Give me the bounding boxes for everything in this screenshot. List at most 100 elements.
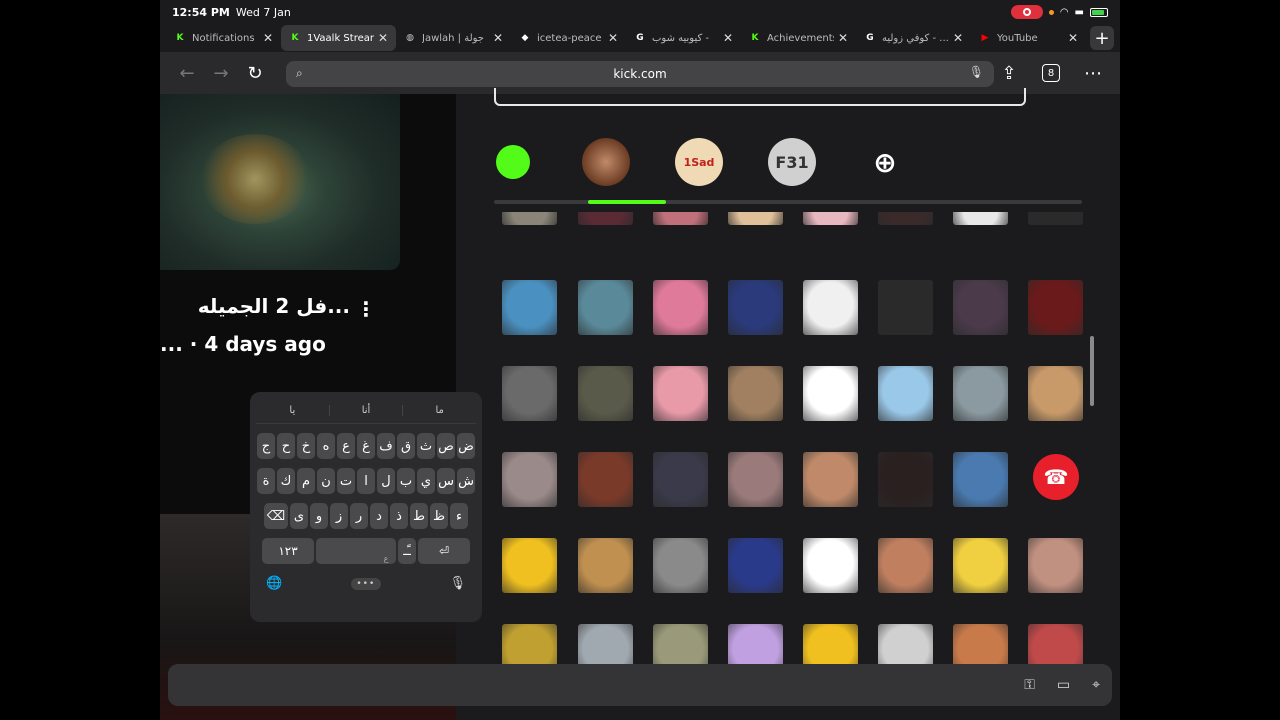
emote[interactable] <box>953 366 1008 421</box>
key[interactable]: ر <box>350 503 368 529</box>
close-tab-icon[interactable]: ✕ <box>723 31 733 45</box>
emote[interactable] <box>953 624 1008 668</box>
key[interactable]: ظ <box>430 503 448 529</box>
emote-tab-3[interactable]: F31 <box>768 138 816 186</box>
close-tab-icon[interactable]: ✕ <box>953 31 963 45</box>
key[interactable]: س <box>437 468 455 494</box>
emote[interactable] <box>653 452 708 507</box>
emote[interactable] <box>653 538 708 593</box>
emote[interactable] <box>803 280 858 335</box>
emote[interactable] <box>803 212 858 225</box>
key[interactable]: ح <box>277 433 295 459</box>
credit-card-icon[interactable]: ▭ <box>1057 677 1070 693</box>
key[interactable]: ت <box>337 468 355 494</box>
back-button[interactable]: ← <box>170 58 204 88</box>
key[interactable]: و <box>310 503 328 529</box>
password-key-icon[interactable]: ⚿ <box>1024 677 1035 693</box>
key[interactable]: ء <box>450 503 468 529</box>
key[interactable]: ب <box>397 468 415 494</box>
space-key[interactable]: ع <box>316 538 396 564</box>
tab-0[interactable]: K Notifications ✕ <box>166 25 281 51</box>
emote[interactable] <box>1028 366 1083 421</box>
more-menu-icon[interactable]: ⋯ <box>1076 58 1110 88</box>
emote[interactable] <box>653 366 708 421</box>
emote[interactable] <box>1028 212 1083 225</box>
tab-4[interactable]: G كيوبيه شوب - ✕ <box>626 25 741 51</box>
screen-recording-icon[interactable] <box>1010 5 1043 19</box>
key[interactable]: ى <box>290 503 308 529</box>
close-tab-icon[interactable]: ✕ <box>1068 31 1078 45</box>
emote[interactable] <box>953 538 1008 593</box>
emote[interactable] <box>878 452 933 507</box>
key[interactable]: ف <box>377 433 395 459</box>
emote[interactable] <box>878 624 933 668</box>
emote[interactable] <box>578 212 633 225</box>
tab-7[interactable]: ▶ YouTube ✕ <box>971 25 1086 51</box>
emote[interactable] <box>803 538 858 593</box>
emote[interactable] <box>953 212 1008 225</box>
key[interactable]: ث <box>417 433 435 459</box>
emote[interactable] <box>653 280 708 335</box>
emote[interactable] <box>728 538 783 593</box>
tab-2[interactable]: ◍ Jawlah | جولة ✕ <box>396 25 511 51</box>
emote[interactable] <box>728 452 783 507</box>
share-icon[interactable]: ⇪ <box>992 58 1026 88</box>
emote[interactable] <box>878 538 933 593</box>
close-tab-icon[interactable]: ✕ <box>493 31 503 45</box>
emote[interactable] <box>728 280 783 335</box>
emote[interactable] <box>878 212 933 225</box>
reload-button[interactable]: ↻ <box>238 58 272 88</box>
suggestion[interactable]: ما <box>403 405 476 416</box>
emote[interactable] <box>578 280 633 335</box>
suggestion[interactable]: يا <box>256 405 330 416</box>
key[interactable]: ص <box>437 433 455 459</box>
key[interactable]: ل <box>377 468 395 494</box>
emote[interactable] <box>803 366 858 421</box>
key[interactable]: ط <box>410 503 428 529</box>
key[interactable]: ض <box>457 433 475 459</box>
close-tab-icon[interactable]: ✕ <box>838 31 848 45</box>
key[interactable]: ي <box>417 468 435 494</box>
tab-5[interactable]: K Achievements ✕ <box>741 25 856 51</box>
video-title[interactable]: ...فل 2 الجميله <box>160 294 350 318</box>
emote-search-box[interactable] <box>494 88 1026 106</box>
address-bar[interactable]: ⌕ kick.com 🎙 <box>286 61 994 87</box>
video-options-icon[interactable]: ⋮ <box>356 297 376 321</box>
tab-1[interactable]: K 1Vaalk Stream ✕ <box>281 25 396 51</box>
key[interactable]: ش <box>457 468 475 494</box>
close-tab-icon[interactable]: ✕ <box>378 31 388 45</box>
location-pin-icon[interactable]: ⌖ <box>1092 677 1100 693</box>
tab-switcher-button[interactable]: 8 <box>1042 64 1060 82</box>
globe-icon[interactable]: 🌐 <box>266 576 282 591</box>
emote[interactable] <box>953 280 1008 335</box>
emote[interactable] <box>803 624 858 668</box>
emote[interactable] <box>502 366 557 421</box>
emote[interactable] <box>1028 280 1083 335</box>
emote[interactable] <box>653 212 708 225</box>
emote[interactable] <box>953 452 1008 507</box>
key[interactable]: ج <box>257 433 275 459</box>
tab-3[interactable]: ◆ icetea-peace ✕ <box>511 25 626 51</box>
emote[interactable] <box>502 452 557 507</box>
key[interactable]: غ <box>357 433 375 459</box>
tab-6[interactable]: G كوفي زوليه - ... ✕ <box>856 25 971 51</box>
key[interactable]: ذ <box>390 503 408 529</box>
emote[interactable] <box>878 366 933 421</box>
key[interactable]: ق <box>397 433 415 459</box>
emote[interactable] <box>728 212 783 225</box>
close-tab-icon[interactable]: ✕ <box>608 31 618 45</box>
emote[interactable] <box>578 452 633 507</box>
emote[interactable] <box>578 538 633 593</box>
emote-tab-2[interactable]: 1Sad <box>675 138 723 186</box>
mic-icon[interactable]: 🎙 <box>969 65 984 79</box>
emote-tab-1[interactable] <box>582 138 630 186</box>
video-thumbnail[interactable] <box>160 94 400 270</box>
key[interactable]: خ <box>297 433 315 459</box>
emote[interactable] <box>578 366 633 421</box>
emote[interactable] <box>728 366 783 421</box>
key[interactable]: م <box>297 468 315 494</box>
emote[interactable] <box>502 212 557 225</box>
return-key[interactable]: ⏎ <box>418 538 470 564</box>
numbers-key[interactable]: ١٢٣ <box>262 538 314 564</box>
emote[interactable] <box>1028 624 1083 668</box>
